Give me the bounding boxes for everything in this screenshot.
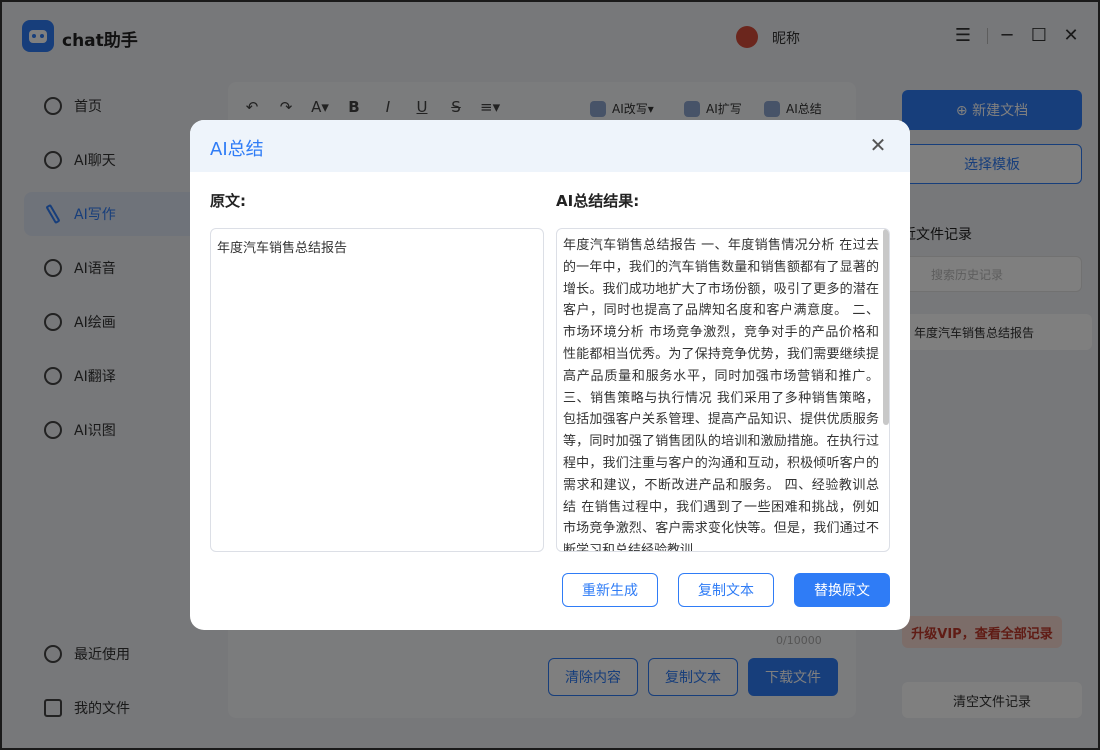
result-scrollbar[interactable] xyxy=(883,229,889,425)
result-text: 年度汽车销售总结报告 一、年度销售情况分析 在过去的一年中，我们的汽车销售数量和… xyxy=(563,238,879,552)
close-icon[interactable]: ✕ xyxy=(867,134,889,156)
dialog-title: AI总结 xyxy=(210,139,264,160)
original-textarea[interactable]: 年度汽车销售总结报告 xyxy=(210,228,544,552)
copy-text-button[interactable]: 复制文本 xyxy=(678,573,774,607)
result-label: AI总结结果: xyxy=(556,192,640,210)
original-label: 原文: xyxy=(210,192,246,210)
regenerate-button[interactable]: 重新生成 xyxy=(562,573,658,607)
ai-summary-dialog: AI总结 ✕ 原文: AI总结结果: 年度汽车销售总结报告 年度汽车销售总结报告… xyxy=(190,120,910,630)
replace-original-button[interactable]: 替换原文 xyxy=(794,573,890,607)
result-textarea[interactable]: 年度汽车销售总结报告 一、年度销售情况分析 在过去的一年中，我们的汽车销售数量和… xyxy=(556,228,890,552)
dialog-header: AI总结 ✕ xyxy=(190,120,910,172)
